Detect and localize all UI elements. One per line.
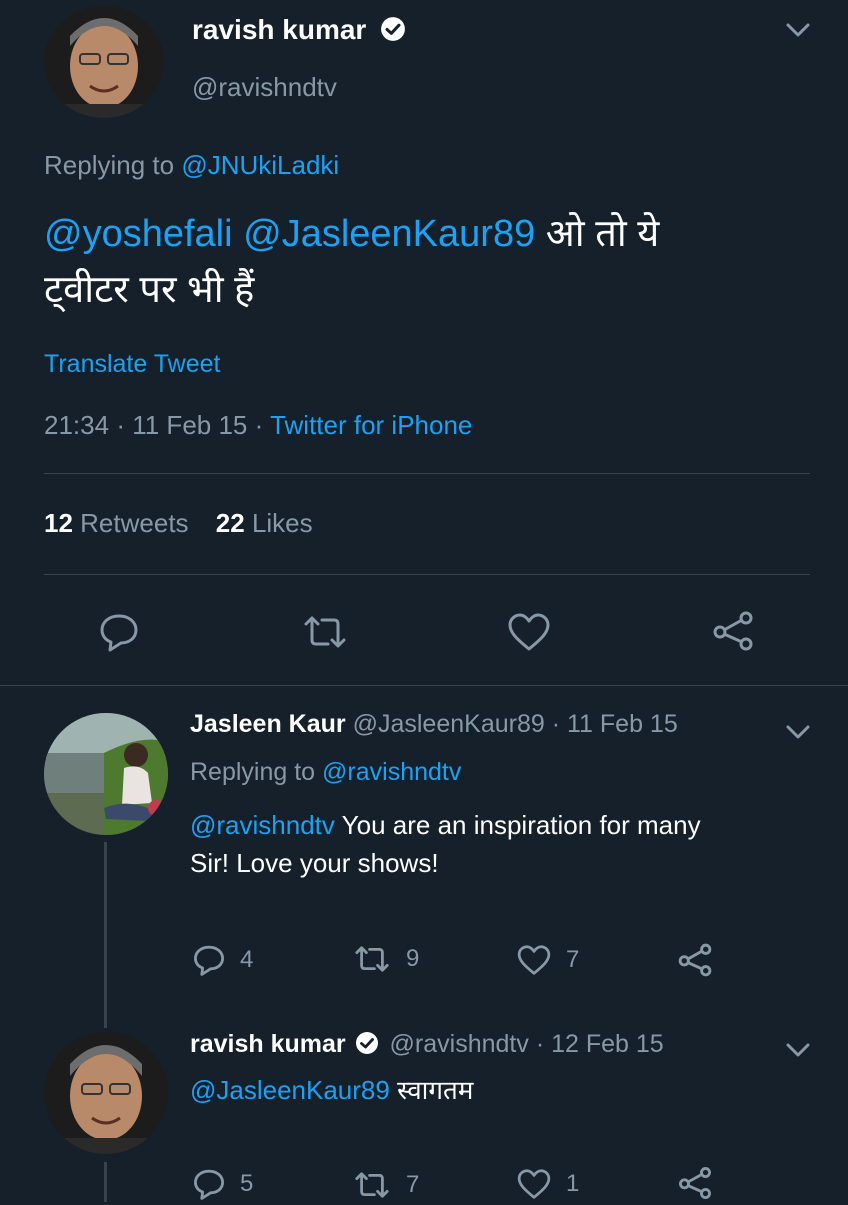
share-icon [713, 611, 753, 651]
mention-jasleenkaur89[interactable]: @JasleenKaur89 [243, 213, 535, 255]
reply2-retweet-count: 7 [406, 1171, 420, 1198]
retweet-icon [355, 946, 389, 972]
reply1-header: Jasleen Kaur @JasleenKaur89 · 11 Feb 15 [190, 710, 678, 739]
reply-icon [193, 945, 224, 976]
reply2-retweet-button[interactable]: 7 [352, 1170, 419, 1200]
reply-icon [193, 1169, 224, 1200]
reply1-avatar[interactable] [44, 713, 168, 835]
reply2-share-button[interactable] [676, 1166, 714, 1205]
tweet-text-line1: ओ तो ये [545, 213, 660, 255]
reply1-text-line2: Sir! Love your shows! [190, 848, 439, 878]
reply1-handle[interactable]: @JasleenKaur89 [353, 710, 545, 738]
reply2-reply-button[interactable]: 5 [192, 1168, 253, 1200]
reply1-text: @ravishndtv You are an inspiration for m… [190, 806, 810, 882]
reply1-date[interactable]: · 11 Feb 15 [552, 710, 678, 738]
author-avatar[interactable] [44, 6, 164, 118]
tweet-date[interactable]: 11 Feb 15 [132, 410, 247, 440]
reply2-like-count: 1 [566, 1170, 580, 1197]
reply2-text-body: स्वागतम [397, 1075, 474, 1105]
reply1-replying-to: Replying to @ravishndtv [190, 758, 461, 787]
retweet-icon [304, 616, 346, 648]
reply2-date[interactable]: · 12 Feb 15 [536, 1030, 664, 1058]
reply1-like-count: 7 [566, 946, 580, 973]
reply1-replying-link[interactable]: @ravishndtv [322, 758, 461, 786]
retweets-stat[interactable]: 12 Retweets [44, 508, 196, 538]
reply2-text: @JasleenKaur89 स्वागतम [190, 1072, 473, 1108]
translate-tweet-link[interactable]: Translate Tweet [44, 350, 220, 379]
tweet-text: @yoshefali @JasleenKaur89 ओ तो ये ट्वीटर… [44, 206, 804, 318]
retweet-button[interactable] [300, 614, 350, 655]
reply1-retweet-button[interactable]: 9 [352, 944, 419, 974]
reply2-handle[interactable]: @ravishndtv [390, 1030, 529, 1058]
likes-count: 22 [215, 508, 245, 538]
tweet-text-line2: ट्वीटर पर भी हैं [44, 269, 255, 311]
share-icon [679, 1167, 711, 1199]
tweet-menu-chevron-icon[interactable] [784, 20, 812, 45]
reply-icon [100, 614, 138, 652]
reply1-replying-prefix: Replying to [190, 758, 316, 786]
reply1-author-name[interactable]: Jasleen Kaur [190, 710, 346, 738]
replying-to-link[interactable]: @JNUkiLadki [181, 150, 339, 180]
verified-badge-icon [355, 1032, 378, 1054]
reply1-reply-button[interactable]: 4 [192, 944, 253, 976]
reply1-reply-count: 4 [240, 946, 254, 973]
share-icon [678, 943, 712, 977]
meta-separator-2: · [254, 410, 264, 440]
divider-middle [44, 574, 810, 575]
like-heart-icon [517, 945, 551, 975]
reply2-reply-count: 5 [240, 1170, 254, 1197]
reply1-mention[interactable]: @ravishndtv [190, 810, 335, 840]
reply1-share-button[interactable] [676, 942, 714, 983]
replying-to-prefix: Replying to [44, 150, 175, 180]
reply-button[interactable] [98, 612, 140, 657]
reply1-text-line1: You are an inspiration for many [341, 810, 701, 840]
author-name[interactable]: ravish kumar [192, 14, 406, 46]
tweet-stats: 12 Retweets 22 Likes [44, 508, 313, 539]
author-handle[interactable]: @ravishndtv [192, 72, 337, 103]
reply2-mention[interactable]: @JasleenKaur89 [190, 1075, 390, 1105]
likes-label: Likes [251, 508, 313, 538]
author-name-text[interactable]: ravish kumar [192, 14, 366, 45]
reply2-like-button[interactable]: 1 [516, 1168, 579, 1200]
reply2-header: ravish kumar @ravishndtv · 12 Feb 15 [190, 1030, 664, 1059]
retweet-icon [355, 1172, 389, 1198]
divider-top [44, 473, 810, 474]
tweet-source-link[interactable]: Twitter for iPhone [270, 410, 472, 440]
like-button[interactable] [506, 612, 552, 657]
tweet-meta: 21:34 · 11 Feb 15 · Twitter for iPhone [44, 410, 472, 441]
reply2-author-name[interactable]: ravish kumar [190, 1030, 346, 1058]
like-heart-icon [508, 613, 550, 651]
verified-badge-icon [381, 17, 406, 41]
thread-line [104, 842, 107, 1028]
reply1-menu-chevron-icon[interactable] [784, 722, 812, 747]
tweet-time[interactable]: 21:34 [44, 410, 109, 440]
reply2-avatar[interactable] [44, 1032, 168, 1154]
reply1-retweet-count: 9 [406, 945, 420, 972]
mention-yoshefali[interactable]: @yoshefali [44, 213, 233, 255]
meta-separator: · [116, 410, 125, 440]
retweets-label: Retweets [80, 508, 189, 538]
reply2-menu-chevron-icon[interactable] [784, 1040, 812, 1065]
share-button[interactable] [710, 610, 756, 657]
like-heart-icon [517, 1169, 551, 1199]
replying-to-line: Replying to @JNUkiLadki [44, 150, 339, 181]
retweets-count: 12 [44, 508, 73, 538]
likes-stat[interactable]: 22 Likes [216, 508, 313, 538]
divider-bottom [0, 685, 848, 686]
thread-line-lower [104, 1162, 107, 1202]
reply1-like-button[interactable]: 7 [516, 944, 579, 976]
